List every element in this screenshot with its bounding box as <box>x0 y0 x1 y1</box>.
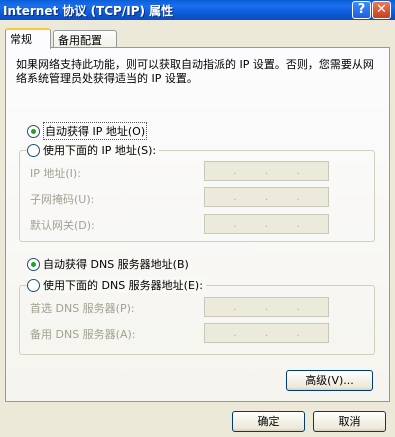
auto-ip-label: 自动获得 IP 地址(O) <box>43 122 148 140</box>
manual-dns-option[interactable]: 使用下面的 DNS 服务器地址(E): <box>27 277 206 293</box>
default-gateway-input[interactable]: ... <box>204 214 329 234</box>
subnet-mask-input[interactable]: ... <box>204 187 329 207</box>
general-panel: 如果网络支持此功能，则可以获取自动指派的 IP 设置。否则，您需要从网络系统管理… <box>5 47 390 402</box>
tab-general[interactable]: 常规 <box>5 28 51 49</box>
window-title: Internet 协议 (TCP/IP) 属性 <box>3 4 174 18</box>
auto-ip-radio[interactable] <box>27 124 40 138</box>
title-bar: Internet 协议 (TCP/IP) 属性 ? ✕ <box>0 0 395 20</box>
advanced-button[interactable]: 高级(V)... <box>286 370 373 391</box>
ok-button[interactable]: 确定 <box>232 411 305 432</box>
auto-dns-radio[interactable] <box>27 257 40 271</box>
close-button[interactable]: ✕ <box>372 1 391 19</box>
help-button[interactable]: ? <box>352 1 371 19</box>
manual-dns-label: 使用下面的 DNS 服务器地址(E): <box>43 279 203 292</box>
auto-ip-option[interactable]: 自动获得 IP 地址(O) <box>27 122 148 140</box>
manual-ip-option[interactable]: 使用下面的 IP 地址(S): <box>27 142 160 158</box>
preferred-dns-label: 首选 DNS 服务器(P): <box>30 302 135 315</box>
preferred-dns-input[interactable]: ... <box>204 297 329 317</box>
description-text: 如果网络支持此功能，则可以获取自动指派的 IP 设置。否则，您需要从网络系统管理… <box>16 58 374 85</box>
manual-dns-radio[interactable] <box>27 278 40 292</box>
auto-dns-option[interactable]: 自动获得 DNS 服务器地址(B) <box>27 256 189 272</box>
auto-dns-label: 自动获得 DNS 服务器地址(B) <box>43 258 189 271</box>
subnet-mask-label: 子网掩码(U): <box>30 193 95 206</box>
default-gateway-label: 默认网关(D): <box>30 219 95 232</box>
ip-address-label: IP 地址(I): <box>30 167 81 180</box>
cancel-button[interactable]: 取消 <box>313 411 386 432</box>
tab-alternate-config[interactable]: 备用配置 <box>53 30 117 48</box>
manual-ip-radio[interactable] <box>27 143 40 157</box>
alternate-dns-input[interactable]: ... <box>204 323 329 343</box>
manual-ip-label: 使用下面的 IP 地址(S): <box>43 144 157 157</box>
alternate-dns-label: 备用 DNS 服务器(A): <box>30 328 136 341</box>
dns-group <box>19 285 375 355</box>
ip-address-input[interactable]: ... <box>204 161 329 181</box>
